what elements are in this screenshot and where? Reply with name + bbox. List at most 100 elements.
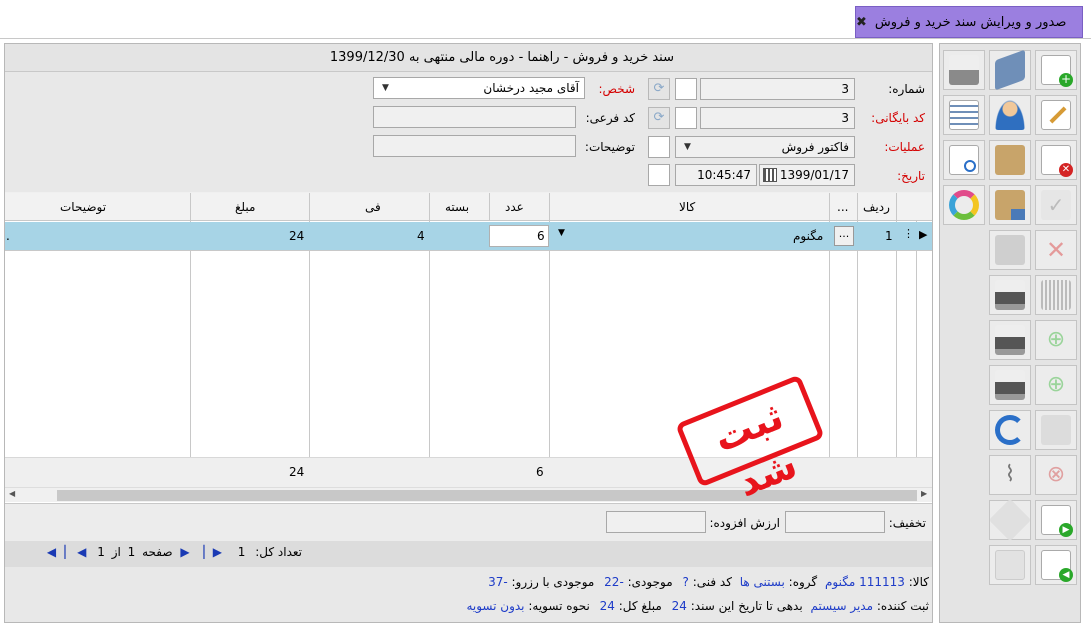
calculator-button[interactable] (989, 545, 1031, 585)
chevron-down-icon[interactable]: ▼ (684, 137, 691, 157)
reserved-value[interactable]: -37 (488, 575, 508, 589)
stock-label: موجودی: (627, 575, 673, 589)
scroll-right-icon[interactable]: ▶ (921, 489, 927, 498)
operation-select[interactable]: فاکتور فروش ▼ (675, 136, 855, 158)
count-input[interactable]: 6 (489, 225, 549, 247)
tag-icon (988, 498, 1032, 542)
row-menu-icon[interactable]: ⋮ (903, 227, 914, 240)
vat-field[interactable] (606, 511, 706, 533)
registrar-value[interactable]: مدیر سیستم (811, 599, 874, 613)
settle-value[interactable]: بدون تسویه (466, 599, 524, 613)
person-value: آقای مجید درخشان (483, 81, 579, 95)
user-button[interactable] (989, 95, 1031, 135)
last-page-icon[interactable]: ▕◀ (47, 545, 65, 559)
previous-page-icon[interactable]: ▶ (180, 545, 189, 559)
pager-total-value: 1 (237, 545, 246, 559)
refresh-button[interactable] (989, 410, 1031, 450)
scroll-left-icon[interactable]: ◀ (9, 489, 15, 498)
header-item: کالا (679, 200, 696, 214)
tech-label: کد فنی: (692, 575, 732, 589)
header-amount: مبلغ (235, 200, 256, 214)
subcode-field[interactable] (373, 106, 576, 128)
vat-label: ارزش افزوده: (709, 516, 780, 530)
tag-button[interactable] (988, 498, 1032, 542)
date-label: تاریخ: (897, 169, 925, 183)
grid-button[interactable] (1035, 410, 1077, 450)
document-tab[interactable]: صدور و ویرایش سند خرید و فروش ✖ (855, 6, 1083, 38)
cash-register-button[interactable] (943, 50, 985, 90)
color-wheel-button[interactable] (943, 185, 985, 225)
debt-value[interactable]: 24 (672, 599, 687, 613)
first-page-icon[interactable]: ▶▏ (203, 545, 221, 559)
boxes-button[interactable] (989, 230, 1031, 270)
chevron-down-icon[interactable]: ▼ (382, 78, 389, 98)
invoice-list-button[interactable] (943, 95, 985, 135)
number-checkbox[interactable] (675, 78, 697, 100)
header-pack: بسته (445, 200, 470, 214)
cell-unit-price[interactable]: 4 (417, 229, 425, 243)
divider (309, 221, 310, 487)
search-document-button[interactable] (943, 140, 985, 180)
remove-button[interactable]: ⊗ (1035, 455, 1077, 495)
cancel-icon: ✕ (1045, 236, 1067, 264)
calendar-icon[interactable] (763, 168, 777, 182)
cell-amount[interactable]: 24 (289, 229, 304, 243)
refresh-icon[interactable]: ⟳ (648, 107, 670, 129)
group-value[interactable]: بستنی ها (740, 575, 785, 589)
add-button[interactable]: ⊕ (1035, 320, 1077, 360)
add-icon: ⊕ (1046, 327, 1066, 352)
print-button[interactable] (989, 275, 1031, 315)
total-value[interactable]: 24 (600, 599, 615, 613)
delete-document-button[interactable]: ✕ (1035, 140, 1077, 180)
book-button[interactable] (989, 49, 1031, 91)
header-count: عدد (505, 200, 524, 214)
edit-button[interactable] (1035, 95, 1077, 135)
chevron-down-icon[interactable]: ▼ (558, 228, 565, 238)
previous-document-button[interactable]: ◀ (1035, 545, 1077, 585)
archive-field[interactable]: 3 (700, 107, 855, 129)
description-label: توضیحات: (584, 140, 635, 154)
new-document-button[interactable]: + (1035, 50, 1077, 90)
archive-checkbox[interactable] (675, 107, 697, 129)
number-field[interactable]: 3 (700, 78, 855, 100)
divider (916, 221, 917, 487)
package-computer-button[interactable] (989, 185, 1031, 225)
cell-description[interactable]: . (6, 229, 10, 243)
page-value: 1 (127, 545, 136, 559)
cancel-button[interactable]: ✕ (1035, 230, 1077, 270)
operation-value: فاکتور فروش (781, 140, 849, 154)
document-info-line: ثبت کننده: مدیر سیستم بدهی تا تاریخ این … (466, 599, 929, 613)
next-page-icon[interactable]: ◀ (77, 545, 86, 559)
next-document-button[interactable]: ▶ (1035, 500, 1077, 540)
confirm-button[interactable]: ✓ (1035, 185, 1077, 225)
download-button[interactable]: ⊕ (1035, 365, 1077, 405)
tech-value[interactable]: ? (682, 575, 688, 589)
operation-checkbox[interactable] (648, 136, 670, 158)
time-field[interactable]: 10:45:47 (675, 164, 757, 186)
description-field[interactable] (373, 135, 576, 157)
print-check-button[interactable] (989, 365, 1031, 405)
item-lookup-button[interactable]: ... (834, 226, 854, 246)
table-row[interactable]: . 24 4 6 ▼ مگنوم ... 1 ⋮ ▶ (5, 222, 932, 251)
stock-value[interactable]: -22 (604, 575, 624, 589)
settle-label: نحوه تسویه: (528, 599, 590, 613)
person-select[interactable]: آقای مجید درخشان ▼ (373, 77, 585, 99)
refresh-icon[interactable]: ⟳ (648, 78, 670, 100)
barcode-button[interactable] (1035, 275, 1077, 315)
package-icon (995, 145, 1025, 175)
boxes-icon (995, 235, 1025, 265)
date-checkbox[interactable] (648, 164, 670, 186)
close-icon[interactable]: ✖ (856, 15, 867, 30)
cash-register-icon (949, 55, 979, 85)
package-button[interactable] (989, 140, 1031, 180)
divider (857, 221, 858, 487)
cell-item[interactable]: مگنوم (793, 229, 823, 243)
discount-field[interactable] (785, 511, 885, 533)
item-value[interactable]: 111113 مگنوم (825, 575, 905, 589)
divider (896, 221, 897, 487)
date-value: 1399/01/17 (779, 168, 849, 182)
numbered-print-button[interactable] (989, 320, 1031, 360)
attach-button[interactable]: ⌇ (989, 455, 1031, 495)
grid-icon (1041, 415, 1071, 445)
divider (549, 221, 550, 487)
